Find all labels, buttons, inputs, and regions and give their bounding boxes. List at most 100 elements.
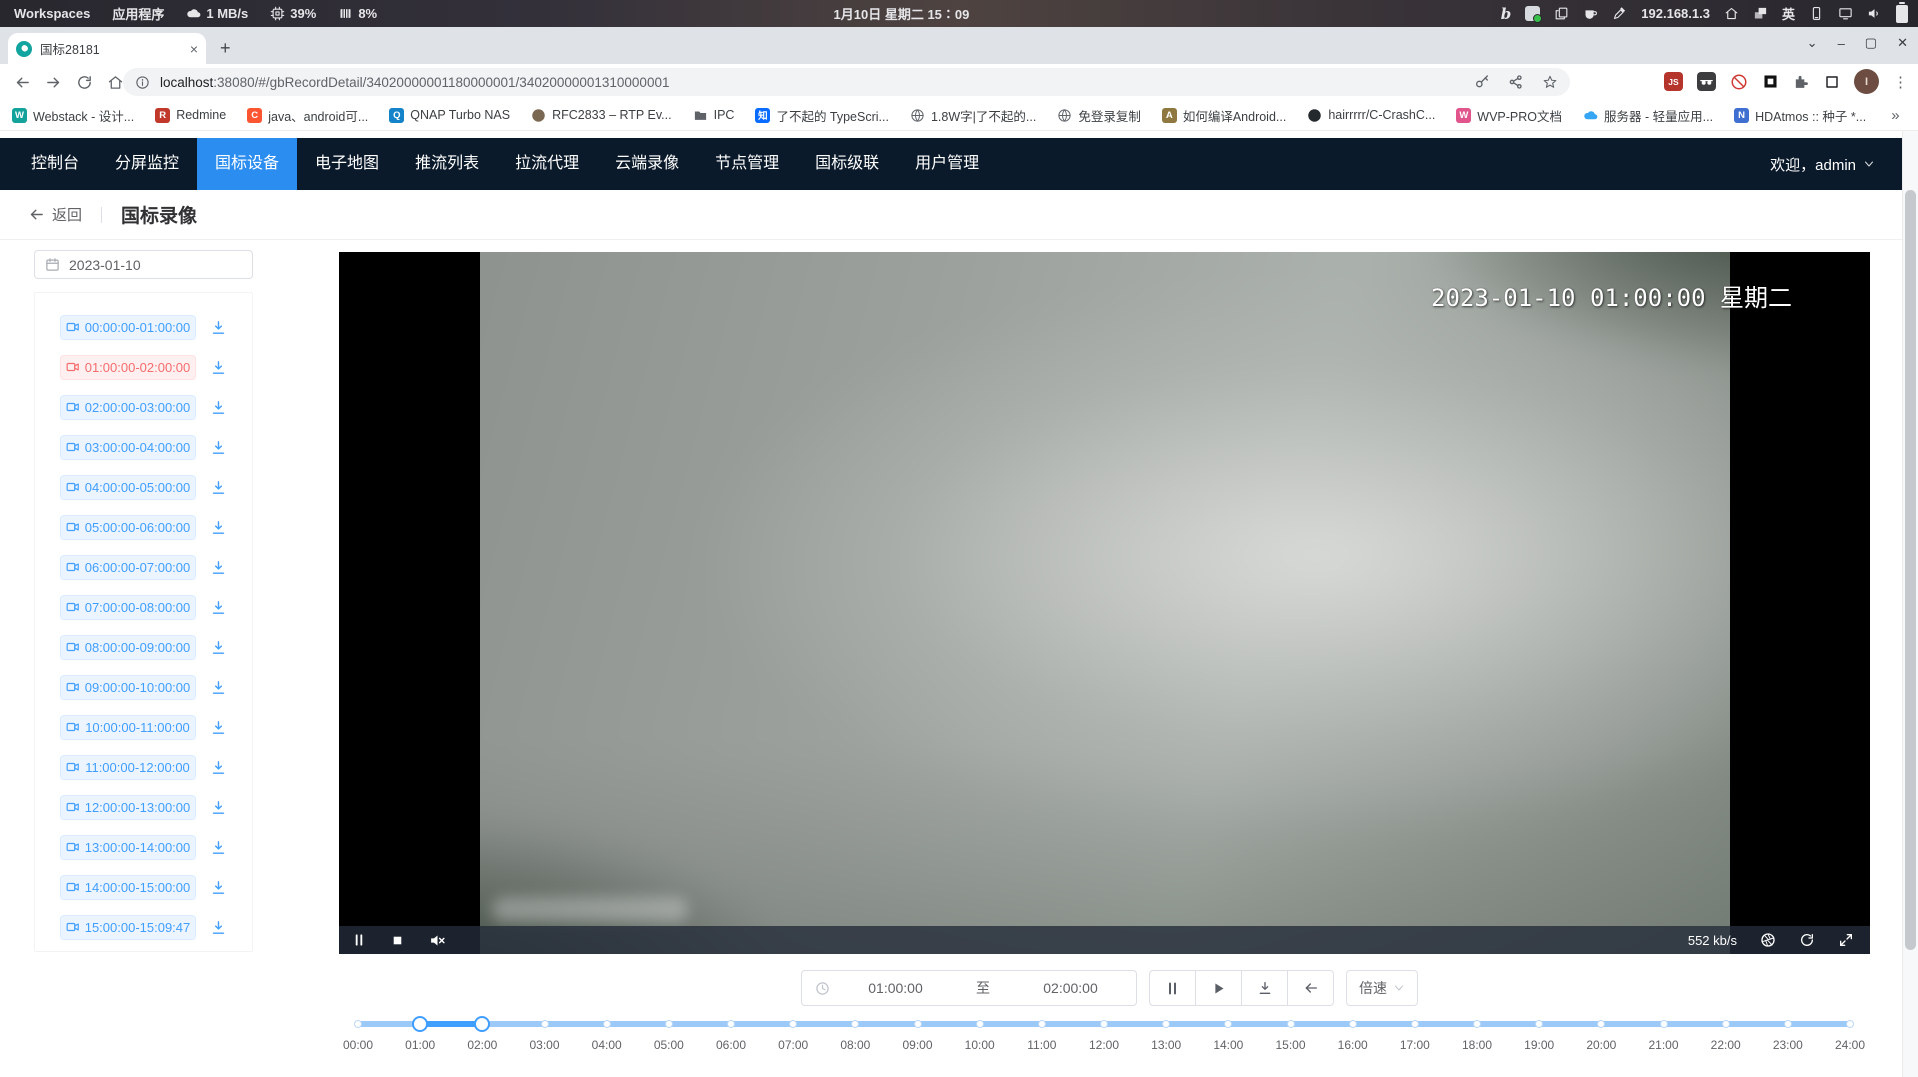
segment-chip[interactable]: 03:00:00-04:00:00	[60, 435, 196, 460]
segment-download-button[interactable]	[210, 919, 227, 936]
back-button[interactable]: 返回	[28, 204, 82, 225]
system-clock[interactable]: 1月10日 星期二 15∶09	[834, 4, 970, 23]
user-menu[interactable]: 欢迎，admin	[1770, 154, 1875, 175]
slider-handle[interactable]	[474, 1016, 490, 1032]
segment-download-button[interactable]	[210, 399, 227, 416]
bookmark-item[interactable]: 1.8W字|了不起的...	[910, 106, 1036, 125]
home-tray-icon[interactable]	[1724, 6, 1739, 21]
segment-chip[interactable]: 07:00:00-08:00:00	[60, 595, 196, 620]
browser-back-button[interactable]	[14, 74, 31, 91]
segment-chip[interactable]: 06:00:00-07:00:00	[60, 555, 196, 580]
segment-chip[interactable]: 00:00:00-01:00:00	[60, 315, 196, 340]
tab-close-icon[interactable]: ×	[190, 42, 198, 56]
snapshot-button[interactable]	[1760, 932, 1776, 948]
volume-tray-icon[interactable]	[1867, 6, 1882, 21]
bookmark-item[interactable]: IPC	[693, 108, 735, 123]
browser-tab[interactable]: 国标28181 ×	[8, 33, 206, 64]
nav-tab[interactable]: 用户管理	[897, 138, 997, 190]
segment-chip[interactable]: 14:00:00-15:00:00	[60, 875, 196, 900]
segment-download-button[interactable]	[210, 319, 227, 336]
segment-download-button[interactable]	[210, 719, 227, 736]
segment-chip[interactable]: 02:00:00-03:00:00	[60, 395, 196, 420]
nav-tab[interactable]: 推流列表	[397, 138, 497, 190]
bookmark-item[interactable]: RFC2833 – RTP Ev...	[531, 108, 672, 123]
nav-tab[interactable]: 云端录像	[597, 138, 697, 190]
segment-download-button[interactable]	[210, 679, 227, 696]
start-time-input[interactable]: 01:00:00	[830, 980, 961, 996]
segment-download-button[interactable]	[210, 519, 227, 536]
new-tab-button[interactable]: +	[220, 37, 231, 59]
page-scrollbar[interactable]	[1902, 131, 1918, 1077]
nav-tab[interactable]: 国标级联	[797, 138, 897, 190]
ext-incognito-icon[interactable]	[1697, 72, 1716, 91]
bookmark-star-icon[interactable]	[1542, 74, 1558, 90]
caffeine-tray-icon[interactable]	[1583, 6, 1598, 21]
extensions-puzzle-icon[interactable]	[1793, 73, 1810, 90]
ext-js-icon[interactable]: JS	[1664, 72, 1683, 91]
scrollbar-thumb[interactable]	[1905, 190, 1916, 950]
window-maximize-button[interactable]: ▢	[1865, 35, 1877, 51]
browser-home-button[interactable]	[107, 74, 124, 91]
applications-button[interactable]: 应用程序	[112, 4, 164, 23]
nav-tab[interactable]: 控制台	[13, 138, 97, 190]
player-pause-button[interactable]	[352, 933, 366, 947]
nav-tab[interactable]: 分屏监控	[97, 138, 197, 190]
bookmark-item[interactable]: 服务器 - 轻量应用...	[1583, 106, 1713, 125]
download-button[interactable]	[1241, 970, 1288, 1006]
segment-download-button[interactable]	[210, 639, 227, 656]
segment-chip[interactable]: 11:00:00-12:00:00	[60, 755, 196, 780]
playback-speed-button[interactable]: 倍速	[1346, 970, 1418, 1006]
input-language-indicator[interactable]: 英	[1782, 4, 1795, 23]
pause-button[interactable]	[1149, 970, 1196, 1006]
nav-tab[interactable]: 拉流代理	[497, 138, 597, 190]
bookmark-item[interactable]: QQNAP Turbo NAS	[389, 108, 510, 123]
nav-tab[interactable]: 节点管理	[697, 138, 797, 190]
segment-download-button[interactable]	[210, 799, 227, 816]
segment-chip[interactable]: 09:00:00-10:00:00	[60, 675, 196, 700]
bookmark-item[interactable]: WWebstack - 设计...	[12, 106, 134, 125]
windows-tray-icon[interactable]	[1753, 6, 1768, 21]
bing-tray-icon[interactable]: b	[1501, 5, 1512, 23]
ext-blocker-icon[interactable]	[1730, 73, 1748, 91]
segment-download-button[interactable]	[210, 879, 227, 896]
bookmark-item[interactable]: 知了不起的 TypeScri...	[755, 106, 889, 125]
phone-link-icon[interactable]	[1809, 6, 1824, 21]
nav-tab[interactable]: 电子地图	[297, 138, 397, 190]
bookmark-item[interactable]: Cjava、android可...	[247, 106, 368, 125]
segment-chip[interactable]: 05:00:00-06:00:00	[60, 515, 196, 540]
app-indicator-icon[interactable]	[1525, 6, 1540, 21]
color-picker-tray-icon[interactable]	[1612, 6, 1627, 21]
bookmark-item[interactable]: hairrrrr/C-CrashC...	[1307, 108, 1435, 123]
bookmark-item[interactable]: 免登录复制	[1057, 106, 1141, 125]
segment-chip[interactable]: 13:00:00-14:00:00	[60, 835, 196, 860]
segment-download-button[interactable]	[210, 599, 227, 616]
share-icon[interactable]	[1508, 74, 1524, 90]
fullscreen-button[interactable]	[1838, 932, 1854, 948]
workspaces-button[interactable]: Workspaces	[14, 6, 90, 21]
slider-handle[interactable]	[412, 1016, 428, 1032]
bookmarks-overflow-icon[interactable]: »	[1891, 107, 1899, 124]
ext-window-icon[interactable]	[1824, 74, 1840, 90]
date-picker-input[interactable]: 2023-01-10	[34, 250, 253, 279]
site-info-icon[interactable]	[135, 75, 150, 90]
segment-chip[interactable]: 08:00:00-09:00:00	[60, 635, 196, 660]
player-mute-button[interactable]	[429, 932, 446, 949]
segment-chip[interactable]: 12:00:00-13:00:00	[60, 795, 196, 820]
time-range-picker[interactable]: 01:00:00 至 02:00:00	[801, 970, 1137, 1006]
segment-chip[interactable]: 01:00:00-02:00:00	[60, 355, 196, 380]
end-time-input[interactable]: 02:00:00	[1005, 980, 1136, 996]
bookmark-item[interactable]: NHDAtmos :: 种子 *...	[1734, 106, 1866, 125]
password-manager-icon[interactable]	[1474, 74, 1490, 90]
bookmark-item[interactable]: A如何编译Android...	[1162, 106, 1287, 125]
segment-download-button[interactable]	[210, 839, 227, 856]
tab-search-chevron-icon[interactable]: ⌄	[1807, 35, 1818, 51]
segment-download-button[interactable]	[210, 479, 227, 496]
browser-reload-button[interactable]	[76, 74, 93, 91]
segment-download-button[interactable]	[210, 359, 227, 376]
window-close-button[interactable]: ✕	[1897, 35, 1908, 51]
segment-chip[interactable]: 04:00:00-05:00:00	[60, 475, 196, 500]
browser-menu-kebab-icon[interactable]: ⋮	[1893, 73, 1908, 91]
segment-download-button[interactable]	[210, 759, 227, 776]
bookmark-item[interactable]: RRedmine	[155, 108, 226, 123]
nav-tab[interactable]: 国标设备	[197, 138, 297, 190]
